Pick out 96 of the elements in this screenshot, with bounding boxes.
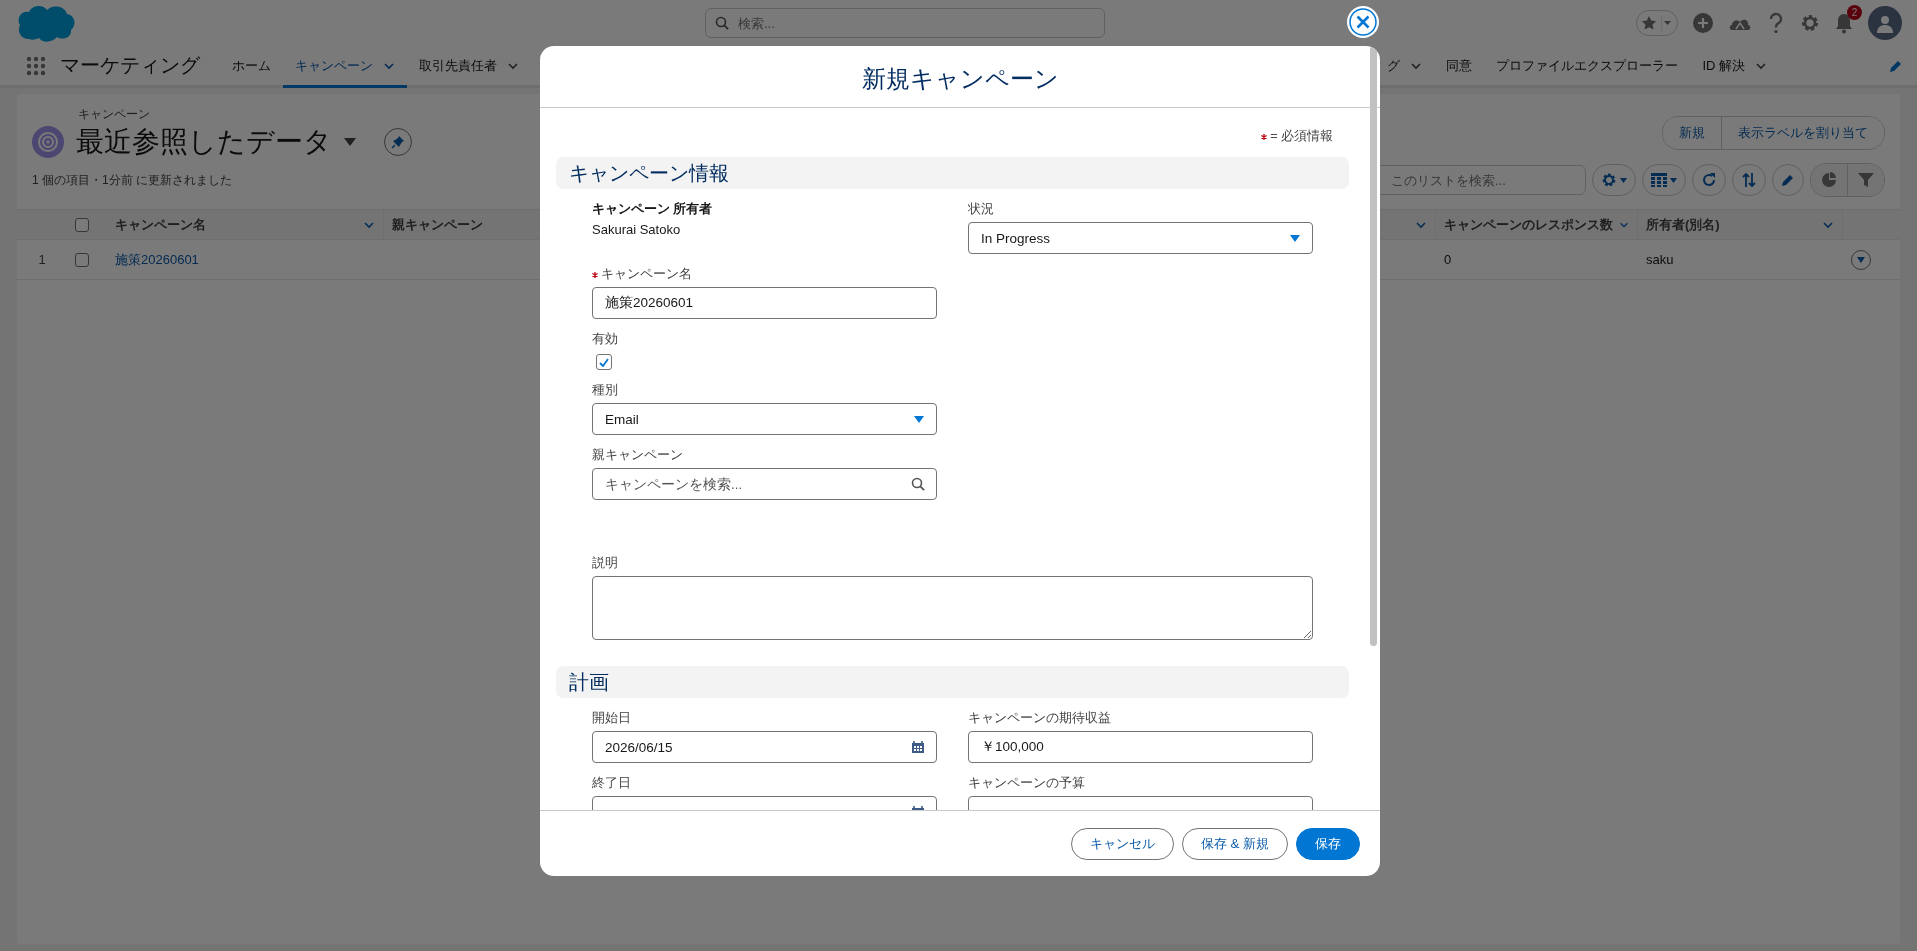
sort-button[interactable] (1732, 164, 1766, 196)
select-field[interactable]: Email (592, 403, 937, 435)
nav-tab[interactable]: 取引先責任者 (407, 46, 531, 88)
date-field[interactable]: 2026/06/15 (592, 731, 937, 763)
nav-tab-label: ホーム (232, 56, 271, 75)
table-icon (1651, 173, 1667, 187)
field-label: 有効 (592, 331, 618, 348)
avatar-icon[interactable] (1868, 6, 1902, 40)
table-cell: 0 (1436, 240, 1638, 280)
field-value: Sakurai Satoko (592, 222, 682, 237)
column-header[interactable]: 所有者(別名) (1646, 215, 1720, 234)
display-menu-button[interactable] (1642, 164, 1686, 196)
field-label: 説明 (592, 555, 618, 572)
nav-tab-label: プロファイルエクスプローラー (1496, 56, 1679, 75)
list-view-title: 最近参照したデータ (76, 125, 332, 159)
nav-tab-label: 同意 (1446, 56, 1473, 75)
required-icon (1261, 133, 1268, 140)
settings-icon (1601, 172, 1617, 188)
app-name: マーケティング (60, 53, 200, 78)
field-label: 親キャンペーン (592, 447, 683, 464)
calendar-icon[interactable] (911, 740, 925, 754)
record-link[interactable]: 施策20260601 (115, 250, 199, 269)
close-icon (1349, 8, 1377, 36)
nav-tab[interactable]: ホーム (220, 46, 283, 88)
nav-tab-label: ID 解決 (1702, 56, 1745, 75)
section-header[interactable]: 計画 (556, 666, 1349, 698)
caret-icon (1857, 256, 1865, 263)
column-header[interactable]: キャンペーンのレスポンス数 (1444, 215, 1613, 234)
field-label: 状況 (968, 201, 994, 218)
input-field[interactable]: ￥100,000 (968, 731, 1313, 763)
plus-icon[interactable] (1692, 12, 1714, 34)
field-label: キャンペーン名 (601, 266, 692, 283)
scrollbar[interactable] (1370, 46, 1377, 646)
select-value: Email (605, 411, 640, 427)
required-note: = 必須情報 (1270, 128, 1333, 145)
refresh-icon (1701, 172, 1717, 188)
object-label: キャンペーン (78, 106, 151, 123)
table-cell: saku (1638, 240, 1843, 280)
pencil-icon (1781, 173, 1795, 187)
field-label: キャンペーン 所有者 (592, 201, 713, 218)
caret-icon[interactable] (344, 138, 356, 146)
pencil-icon[interactable] (1889, 58, 1903, 73)
filter-button[interactable] (1847, 164, 1884, 196)
person-icon (1875, 13, 1895, 33)
nav-tab-label: 取引先責任者 (419, 56, 497, 75)
caret-icon (1620, 177, 1627, 183)
nav-tab[interactable]: プロファイルエクスプローラー (1484, 46, 1691, 88)
nav-tab-label: キャンペーン (295, 56, 373, 75)
edit-button[interactable] (1772, 164, 1804, 196)
checkbox[interactable] (596, 354, 612, 370)
search-field[interactable]: 検索... (705, 8, 1105, 38)
nav-tab[interactable]: キャンペーン (283, 46, 407, 88)
header-button[interactable]: 表示ラベルを割り当て (1721, 117, 1884, 149)
search-icon (911, 477, 925, 491)
pie-chart-icon (1821, 172, 1837, 188)
column-header[interactable]: キャンペーン名 (115, 215, 206, 234)
up-down-arrows-icon (1741, 172, 1757, 188)
bell-icon[interactable] (1834, 12, 1854, 34)
field-label: 終了日 (592, 775, 631, 792)
check-icon (599, 357, 609, 367)
row-number: 1 (17, 240, 67, 280)
target-icon (32, 126, 64, 158)
field-label: キャンペーンの期待収益 (968, 710, 1111, 727)
row-checkbox[interactable] (75, 252, 89, 267)
refresh-button[interactable] (1692, 164, 1726, 196)
chart-button[interactable] (1811, 164, 1847, 196)
notification-badge: 2 (1847, 5, 1862, 20)
description-field[interactable] (592, 576, 1313, 640)
footer-button[interactable]: 保存 (1296, 827, 1360, 860)
select-all-checkbox[interactable] (75, 217, 89, 232)
dropdown-icon (914, 415, 924, 423)
lookup-field[interactable]: キャンペーンを検索... (592, 468, 937, 500)
nav-tab[interactable]: ID 解決 (1690, 46, 1779, 88)
filter-icon (1858, 172, 1874, 188)
section-header[interactable]: キャンペーン情報 (556, 157, 1349, 189)
star-icon (1641, 15, 1657, 31)
nav-tab-label: グ (1387, 56, 1401, 75)
caret-icon (1670, 177, 1677, 183)
select-value: In Progress (981, 230, 1052, 246)
field-label: 種別 (592, 382, 618, 399)
input-field[interactable]: 施策20260601 (592, 287, 937, 319)
select-field[interactable]: In Progress (968, 222, 1313, 254)
pin-icon (391, 135, 405, 149)
field-label: キャンペーンの予算 (968, 775, 1085, 792)
search-icon (715, 16, 729, 30)
app-launcher-icon[interactable] (26, 55, 46, 76)
field-label: 開始日 (592, 710, 631, 727)
column-header[interactable]: 親キャンペーン (392, 215, 483, 234)
caret-icon (1661, 15, 1673, 31)
settings-icon[interactable] (1800, 13, 1820, 33)
settings-menu-button[interactable] (1592, 164, 1636, 196)
nav-tab[interactable]: 同意 (1434, 46, 1485, 88)
list-status: 1 個の項目・1分前 に更新されました (32, 171, 232, 189)
dropdown-icon (1290, 234, 1300, 242)
footer-button[interactable]: 保存 & 新規 (1181, 827, 1288, 860)
footer-button[interactable]: キャンセル (1070, 827, 1174, 860)
